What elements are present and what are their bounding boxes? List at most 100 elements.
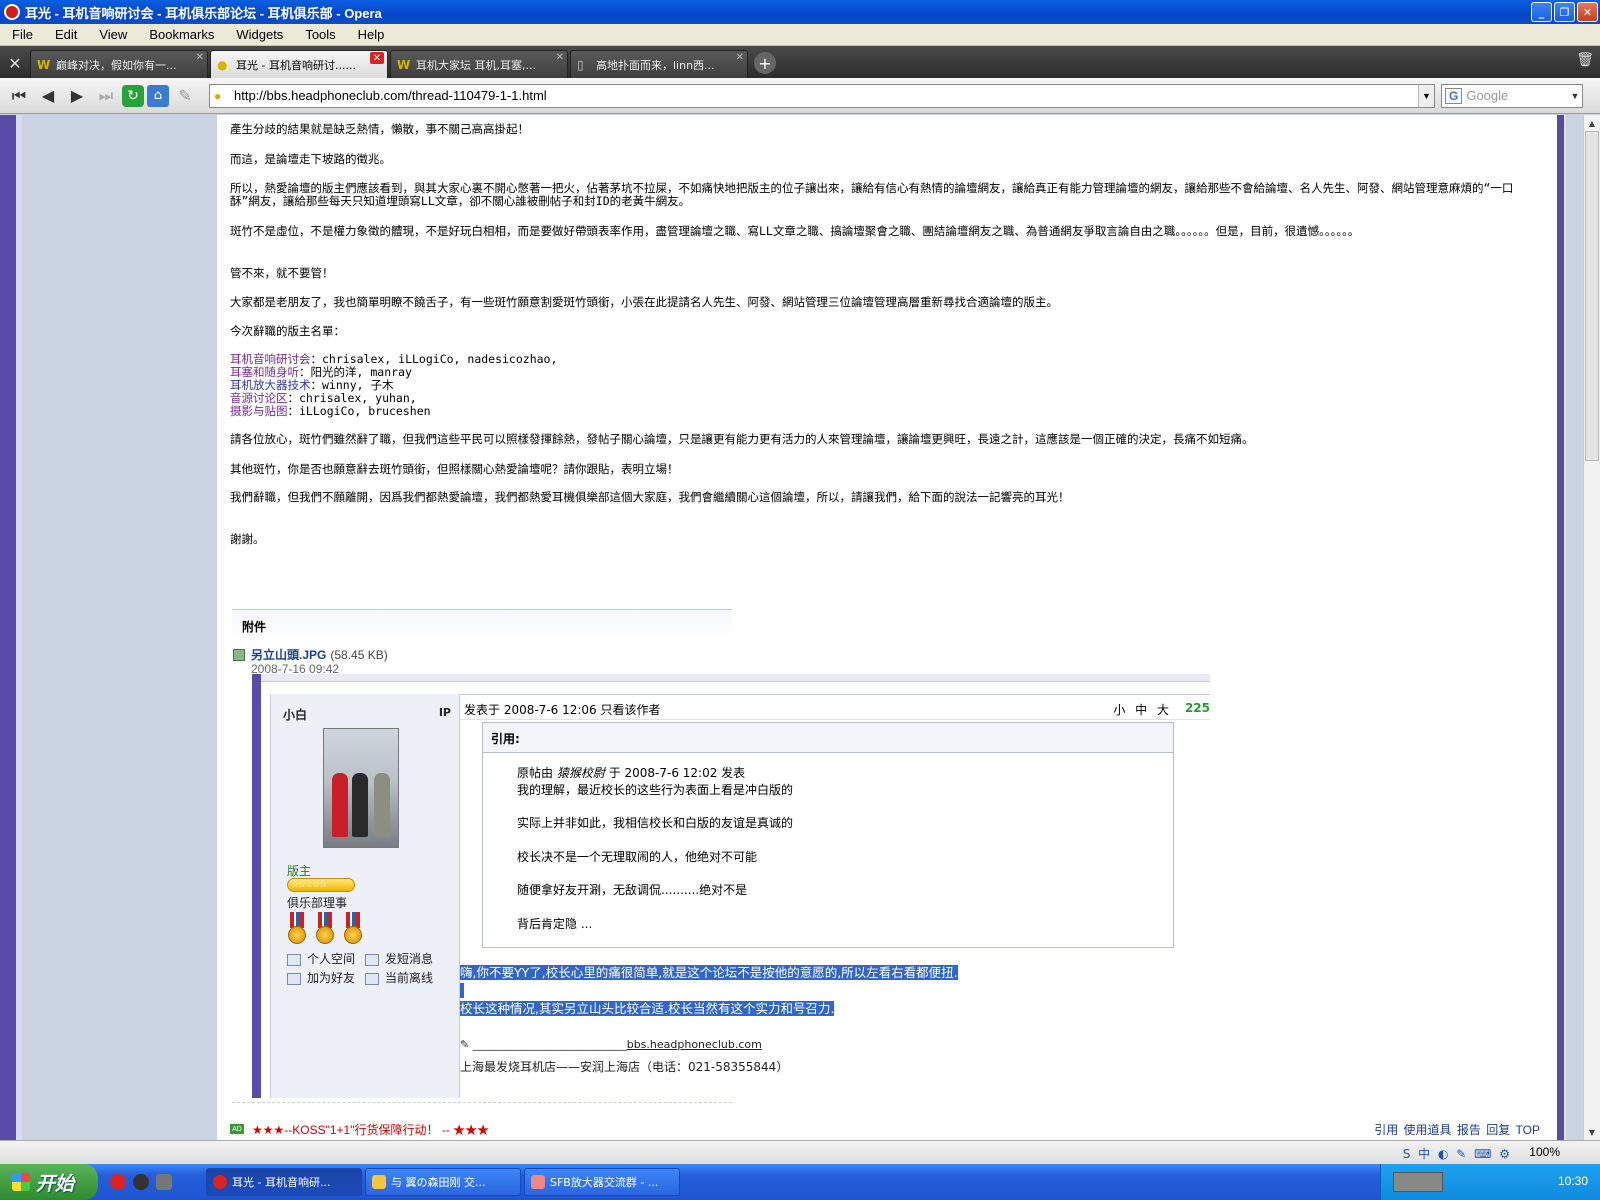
post-line: 所以，熱愛論壇的版主們應該看到，與其大家心裏不開心憋著一把火，佔著茅坑不拉屎，不… [230, 181, 1514, 208]
attachment-heading: 附件 [232, 609, 732, 639]
tab-close-icon[interactable]: ✕ [736, 52, 744, 63]
moderator-names: ：winny, 子木 [310, 378, 394, 392]
selected-reply-text: 嗨,你不要YY了,校长心里的痛很简单,就是这个论坛不是按他的意愿的,所以左看右看… [460, 964, 958, 1018]
home-icon[interactable]: ⌂ [147, 84, 169, 107]
close-window-button[interactable]: ✕ [1577, 2, 1598, 22]
taskbar-button-opera[interactable]: 耳光 - 耳机音响研... [206, 1168, 362, 1196]
chat-icon [372, 1175, 386, 1189]
restore-button[interactable]: ❐ [1554, 2, 1575, 22]
quote-body: 原帖由 猿猴校尉 于 2008-7-6 12:02 发表 我的理解，最近校长的这… [483, 753, 1173, 962]
floor-number: 225 [1184, 701, 1210, 715]
attached-image[interactable]: 小白 IP 版主 ☆☆☆☆☆ 俱乐部理事 个人空间 加为好友 发短消息 当前离线… [252, 674, 1210, 1098]
offline-status: 当前离线 [365, 969, 433, 988]
tab-close-icon[interactable]: ✕ [370, 52, 384, 64]
tab-label: 高地扑面而来，linn西... [596, 58, 715, 72]
send-message-link[interactable]: 发短消息 [365, 950, 433, 969]
post-line: 其他斑竹，你是否也願意辭去斑竹頭銜，但照樣關心熱愛論壇呢？請你跟貼，表明立場！ [230, 462, 679, 476]
menu-help[interactable]: Help [350, 27, 393, 42]
signature-link[interactable]: ✎ ____________________________bbs.headph… [460, 1038, 762, 1051]
search-placeholder: Google [1466, 88, 1509, 103]
scroll-thumb[interactable] [1585, 131, 1599, 461]
edit-icon[interactable]: ✎ [172, 83, 198, 109]
medal-icon [287, 912, 307, 946]
moderator-names: ：chrisalex, yuhan, [287, 391, 417, 405]
taskbar-button-group[interactable]: SFB放大器交流群 - ... [524, 1168, 680, 1196]
image-top-edge [252, 674, 1210, 682]
post-line: 大家都是老朋友了，我也簡單明瞭不饒舌子，有一些斑竹願意割愛斑竹頭銜，小張在此提請… [230, 295, 1058, 309]
quote-author-line: 原帖由 猿猴校尉 于 2008-7-6 12:02 发表 [517, 766, 746, 780]
menu-widgets[interactable]: Widgets [228, 27, 291, 42]
forum-link[interactable]: 耳机放大器技术 [230, 378, 311, 392]
home-icon [287, 953, 301, 966]
ad-badge-icon: AD [230, 1124, 244, 1134]
tools-icon[interactable]: ✕ [0, 48, 30, 78]
user-links-col2: 发短消息 当前离线 [365, 950, 433, 988]
add-friend-link[interactable]: 加为好友 [287, 969, 355, 988]
minimize-button[interactable]: _ [1531, 2, 1552, 22]
google-icon: G [1445, 87, 1463, 104]
forum-link[interactable]: 耳塞和随身听 [230, 365, 299, 379]
new-tab-icon[interactable]: + [754, 52, 776, 74]
navigation-bar: ⏮ ◀ ▶ ⏭ ↻ ⌂ ✎ ● http://bbs.headphoneclub… [0, 78, 1600, 114]
fast-forward-icon[interactable]: ⏭ [93, 83, 119, 109]
quick-launch [110, 1174, 172, 1190]
taskbar-label: 与 翼の森田刚 交... [391, 1176, 486, 1189]
envelope-icon [365, 953, 379, 966]
post-footer: AD ★★★--KOSS"1+1"行货保障行动！ -- ★★★ 引用 使用道具 … [230, 1120, 1540, 1138]
ad-link[interactable]: ★★★--KOSS"1+1"行货保障行动！ -- ★★★ [252, 1121, 489, 1138]
forum-link[interactable]: 耳机音响研讨会 [230, 352, 311, 366]
divider [232, 1102, 732, 1103]
vertical-scrollbar[interactable]: ▲ ▼ [1583, 115, 1600, 1140]
user-links: 个人空间 加为好友 发短消息 当前离线 [287, 950, 433, 988]
tab-2-active[interactable]: ● 耳光 - 耳机音响研讨...... ✕ [210, 50, 388, 78]
reload-icon[interactable]: ↻ [122, 84, 144, 107]
personal-space-link[interactable]: 个人空间 [287, 950, 355, 969]
w-favicon-icon: W [37, 57, 51, 72]
moderator-names: ：iLLogiCo, bruceshen [287, 404, 431, 418]
tab-close-icon[interactable]: ✕ [556, 52, 564, 63]
window-titlebar: 耳光 - 耳机音响研讨会 - 耳机俱乐部论坛 - 耳机俱乐部 - Opera _… [0, 0, 1600, 24]
bulb-favicon-icon: ● [217, 57, 228, 72]
opera-icon [213, 1175, 227, 1189]
tab-3[interactable]: W 耳机大家坛 耳机,耳塞,... ✕ [390, 50, 568, 78]
rewind-icon[interactable]: ⏮ [6, 83, 32, 109]
tab-close-icon[interactable]: ✕ [196, 52, 204, 63]
tab-bar: ✕ W 巅峰对决，假如你有一... ✕ ● 耳光 - 耳机音响研讨...... … [0, 46, 1600, 78]
forward-icon[interactable]: ▶ [64, 83, 90, 109]
app-launch-icon[interactable] [156, 1174, 172, 1190]
taskbar-button-chat[interactable]: 与 翼の森田刚 交... [365, 1168, 521, 1196]
tray-icon[interactable] [1393, 1172, 1443, 1192]
group-icon [531, 1175, 545, 1189]
scroll-down-icon[interactable]: ▼ [1584, 1124, 1600, 1140]
start-button[interactable]: 开始 [0, 1164, 98, 1200]
medals [287, 912, 363, 946]
post-actions[interactable]: 引用 使用道具 报告 回复 TOP [1374, 1121, 1540, 1138]
forum-link[interactable]: 摄影与贴图 [230, 404, 288, 418]
post-line: 今次辭職的版主名單： [230, 324, 345, 338]
attachment-link[interactable]: 另立山頭.JPG [251, 646, 326, 663]
tab-4[interactable]: ▯ 高地扑面而来，linn西... ✕ [570, 50, 748, 78]
scroll-up-icon[interactable]: ▲ [1584, 115, 1600, 131]
font-size-control[interactable]: 小 中 大 [1113, 701, 1172, 718]
address-dropdown-icon[interactable]: ▼ [1418, 84, 1434, 107]
zoom-level[interactable]: 100% [1529, 1145, 1560, 1159]
quote-line: 实际上并非如此，我相信校长和白版的友谊是真诚的 [517, 816, 794, 831]
search-dropdown-icon[interactable]: ▼ [1568, 85, 1582, 107]
page-left-border-inner [16, 115, 22, 1140]
post-line: 我們辭職，但我們不願離開，因爲我們都熱愛論壇，我們都熱愛耳機俱樂部這個大家庭，我… [230, 490, 1070, 504]
menu-view[interactable]: View [91, 27, 135, 42]
opera-launch-icon[interactable] [110, 1174, 126, 1190]
trash-icon[interactable]: 🗑 [1576, 52, 1594, 68]
menu-bookmarks[interactable]: Bookmarks [141, 27, 222, 42]
tab-1[interactable]: W 巅峰对决，假如你有一... ✕ [30, 50, 208, 78]
menu-tools[interactable]: Tools [297, 27, 343, 42]
menu-file[interactable]: File [4, 27, 41, 42]
post-line: 而這，是論壇走下坡路的徵兆。 [230, 152, 391, 166]
forum-link[interactable]: 音源讨论区 [230, 391, 288, 405]
qq-icon[interactable] [133, 1174, 149, 1190]
menu-edit[interactable]: Edit [47, 27, 85, 42]
search-input[interactable]: G Google ▼ [1441, 83, 1583, 108]
page-left-border [0, 115, 16, 1140]
address-field[interactable]: ● http://bbs.headphoneclub.com/thread-11… [209, 83, 1435, 108]
back-icon[interactable]: ◀ [35, 83, 61, 109]
